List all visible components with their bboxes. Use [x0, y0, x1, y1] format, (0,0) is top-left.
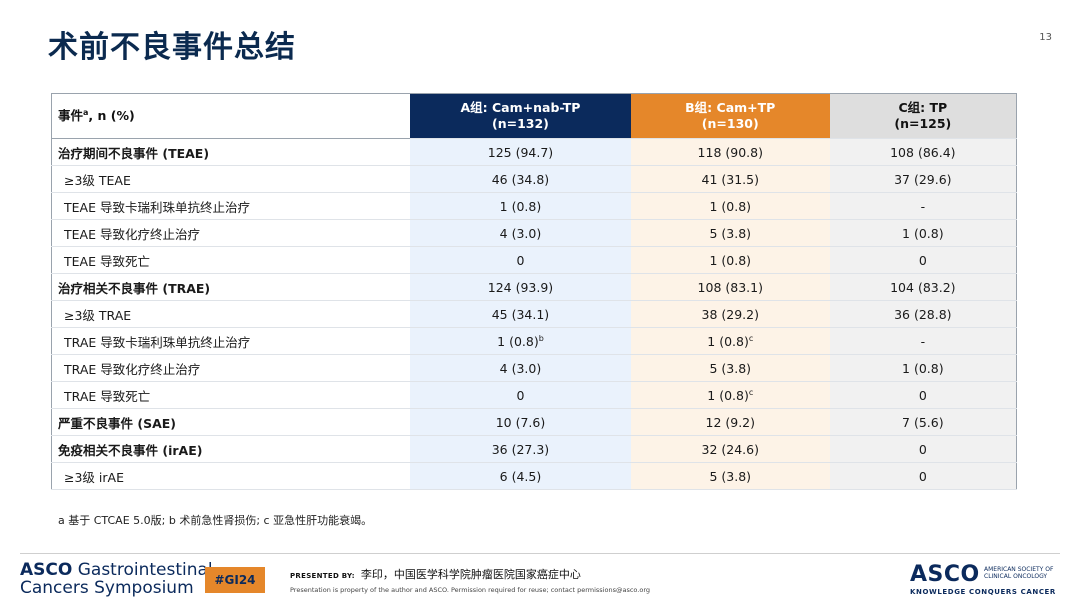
cell-group-c: -: [829, 192, 1017, 220]
table-row: TEAE 导致死亡 0 1 (0.8) 0: [51, 246, 1017, 274]
cell-group-a: 46 (34.8): [410, 165, 631, 193]
row-label: ≥3级 TRAE: [51, 300, 411, 328]
table-header-row: 事件a, n (%) A组: Cam+nab-TP (n=132) B组: Cam…: [51, 93, 1017, 139]
row-label: 免疫相关不良事件 (irAE): [51, 435, 411, 463]
cell-group-c: 108 (86.4): [829, 138, 1017, 166]
cell-group-a: 1 (0.8)b: [410, 327, 631, 355]
row-label: 治疗相关不良事件 (TRAE): [51, 273, 411, 301]
cell-group-a: 0: [410, 381, 631, 409]
row-label: TRAE 导致死亡: [51, 381, 411, 409]
table-row: 严重不良事件 (SAE) 10 (7.6) 12 (9.2) 7 (5.6): [51, 408, 1017, 436]
cell-group-c: 0: [829, 381, 1017, 409]
cell-group-c: 1 (0.8): [829, 219, 1017, 247]
row-label: 严重不良事件 (SAE): [51, 408, 411, 436]
cell-group-b: 118 (90.8): [630, 138, 830, 166]
cell-group-a: 4 (3.0): [410, 354, 631, 382]
slide-title: 术前不良事件总结: [48, 30, 296, 65]
cell-group-c: 36 (28.8): [829, 300, 1017, 328]
table-row: TEAE 导致化疗终止治疗 4 (3.0) 5 (3.8) 1 (0.8): [51, 219, 1017, 247]
cell-group-c: -: [829, 327, 1017, 355]
presenter-info: PRESENTED BY: 李印，中国医学科学院肿瘤医院国家癌症中心: [290, 568, 581, 581]
cell-group-a: 36 (27.3): [410, 435, 631, 463]
row-label: TRAE 导致卡瑞利珠单抗终止治疗: [51, 327, 411, 355]
table-row: 治疗期间不良事件 (TEAE) 125 (94.7) 118 (90.8) 108 (…: [51, 138, 1017, 166]
table-body: 治疗期间不良事件 (TEAE) 125 (94.7) 118 (90.8) 108 (…: [51, 138, 1017, 490]
page-number: 13: [1039, 32, 1052, 43]
header-group-a: A组: Cam+nab-TP (n=132): [410, 93, 631, 139]
header-group-c: C组: TP (n=125): [829, 93, 1017, 139]
header-event-label: 事件a, n (%): [51, 93, 411, 139]
footer-divider: [20, 553, 1060, 554]
cell-group-b: 32 (24.6): [630, 435, 830, 463]
row-label: ≥3级 irAE: [51, 462, 411, 490]
table-row: TEAE 导致卡瑞利珠单抗终止治疗 1 (0.8) 1 (0.8) -: [51, 192, 1017, 220]
row-label: TEAE 导致化疗终止治疗: [51, 219, 411, 247]
cell-group-c: 0: [829, 462, 1017, 490]
property-notice: Presentation is property of the author a…: [290, 586, 651, 594]
cell-group-a: 1 (0.8): [410, 192, 631, 220]
row-label: TRAE 导致化疗终止治疗: [51, 354, 411, 382]
row-label: TEAE 导致卡瑞利珠单抗终止治疗: [51, 192, 411, 220]
cell-group-a: 4 (3.0): [410, 219, 631, 247]
cell-group-b: 5 (3.8): [630, 462, 830, 490]
header-group-b: B组: Cam+TP (n=130): [630, 93, 830, 139]
cell-group-c: 0: [829, 435, 1017, 463]
cell-group-a: 6 (4.5): [410, 462, 631, 490]
cell-group-b: 1 (0.8): [630, 246, 830, 274]
cell-group-c: 104 (83.2): [829, 273, 1017, 301]
cell-group-a: 125 (94.7): [410, 138, 631, 166]
cell-group-a: 45 (34.1): [410, 300, 631, 328]
cell-group-b: 1 (0.8): [630, 192, 830, 220]
cell-group-a: 0: [410, 246, 631, 274]
table-row: TRAE 导致化疗终止治疗 4 (3.0) 5 (3.8) 1 (0.8): [51, 354, 1017, 382]
table-row: ≥3级 TRAE 45 (34.1) 38 (29.2) 36 (28.8): [51, 300, 1017, 328]
cell-group-c: 37 (29.6): [829, 165, 1017, 193]
cell-group-b: 5 (3.8): [630, 354, 830, 382]
table-row: 治疗相关不良事件 (TRAE) 124 (93.9) 108 (83.1) 104 (…: [51, 273, 1017, 301]
footnote: a 基于 CTCAE 5.0版; b 术前急性肾损伤; c 亚急性肝功能衰竭。: [58, 514, 373, 527]
cell-group-b: 108 (83.1): [630, 273, 830, 301]
table-row: TRAE 导致卡瑞利珠单抗终止治疗 1 (0.8)b 1 (0.8)c -: [51, 327, 1017, 355]
hashtag-badge: #GI24: [205, 567, 265, 593]
table-row: ≥3级 irAE 6 (4.5) 5 (3.8) 0: [51, 462, 1017, 490]
row-label: TEAE 导致死亡: [51, 246, 411, 274]
symposium-logo: ASCO Gastrointestinal Cancers Symposium: [20, 560, 213, 598]
cell-group-c: 7 (5.6): [829, 408, 1017, 436]
table-row: TRAE 导致死亡 0 1 (0.8)c 0: [51, 381, 1017, 409]
cell-group-b: 41 (31.5): [630, 165, 830, 193]
cell-group-a: 124 (93.9): [410, 273, 631, 301]
cell-group-b: 38 (29.2): [630, 300, 830, 328]
cell-group-b: 12 (9.2): [630, 408, 830, 436]
cell-group-c: 1 (0.8): [829, 354, 1017, 382]
row-label: 治疗期间不良事件 (TEAE): [51, 138, 411, 166]
cell-group-b: 1 (0.8)c: [630, 327, 830, 355]
table-row: 免疫相关不良事件 (irAE) 36 (27.3) 32 (24.6) 0: [51, 435, 1017, 463]
row-label: ≥3级 TEAE: [51, 165, 411, 193]
cell-group-b: 1 (0.8)c: [630, 381, 830, 409]
table-row: ≥3级 TEAE 46 (34.8) 41 (31.5) 37 (29.6): [51, 165, 1017, 193]
asco-logo: ASCO AMERICAN SOCIETY OF CLINICAL ONCOLO…: [910, 562, 1056, 596]
cell-group-b: 5 (3.8): [630, 219, 830, 247]
adverse-events-table: 事件a, n (%) A组: Cam+nab-TP (n=132) B组: Cam…: [51, 93, 1017, 490]
cell-group-c: 0: [829, 246, 1017, 274]
cell-group-a: 10 (7.6): [410, 408, 631, 436]
